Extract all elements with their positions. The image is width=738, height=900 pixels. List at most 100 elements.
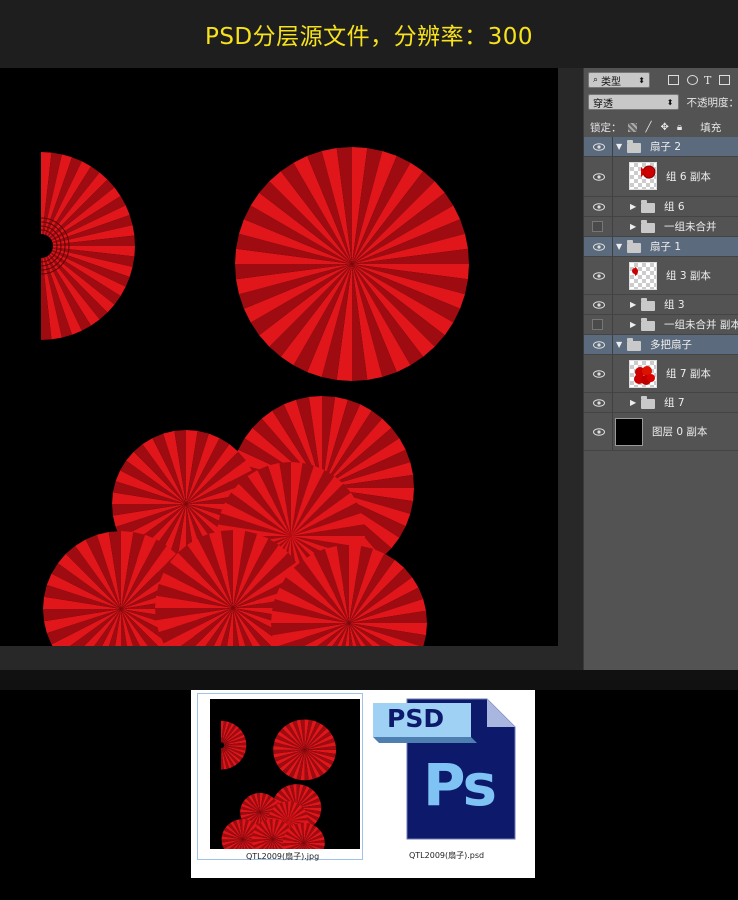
type-filter-icon[interactable]: T [704, 74, 711, 87]
thumb-fan [221, 720, 247, 770]
visibility-off-checkbox[interactable] [592, 221, 603, 232]
divider [612, 315, 613, 334]
brush-icon[interactable]: ╱ [646, 122, 652, 133]
folder-icon [641, 200, 655, 213]
layer-row[interactable]: 组 3 副本 [584, 257, 738, 295]
layer-group-fan1[interactable]: ▼ 扇子 1 [584, 237, 738, 257]
expand-triangle-icon[interactable]: ▶ [630, 398, 636, 407]
visibility-eye-icon[interactable] [590, 201, 608, 213]
chevron-down-icon: ⬍ [638, 75, 645, 85]
layer-thumbnail [629, 262, 657, 290]
expand-triangle-icon[interactable]: ▶ [630, 222, 636, 231]
layer-row[interactable]: 组 7 副本 [584, 355, 738, 393]
fill-label: 填充 [700, 122, 722, 134]
layer-row[interactable]: 组 6 副本 [584, 157, 738, 197]
layer-name: 扇子 2 [650, 141, 682, 153]
divider [612, 137, 613, 156]
layer-name: 组 7 副本 [666, 368, 711, 380]
layer-row[interactable]: ▶ 一组未合并 [584, 217, 738, 237]
jpg-thumbnail [210, 699, 360, 864]
visibility-eye-icon[interactable] [590, 241, 608, 253]
expand-triangle-icon[interactable]: ▼ [616, 242, 622, 251]
file-item-jpg[interactable]: QTL2009(扇子).jpg [197, 693, 363, 864]
visibility-eye-icon[interactable] [590, 339, 608, 351]
move-icon[interactable]: ✥ [661, 122, 669, 133]
photoshop-workspace: ⌕ 类型 ⬍ T 穿透 ⬍ 不透明度： 锁定： ╱ ✥ 🔒︎ 填充 ▼ 扇子 2… [0, 68, 738, 670]
folder-icon [627, 338, 641, 351]
layer-row[interactable]: ▶ 组 7 [584, 393, 738, 413]
document-canvas[interactable] [0, 68, 558, 646]
divider [612, 393, 613, 412]
layer-row[interactable]: ▶ 一组未合并 副本 [584, 315, 738, 335]
layer-group-fan2[interactable]: ▼ 扇子 2 [584, 137, 738, 157]
thumb-fan [273, 719, 337, 781]
blend-row: 穿透 ⬍ 不透明度： [584, 90, 738, 114]
layer-row[interactable]: ▶ 组 3 [584, 295, 738, 315]
visibility-eye-icon[interactable] [590, 426, 608, 438]
fan-artwork [40, 147, 469, 646]
canvas-fan [235, 147, 469, 381]
lock-pixels-icon[interactable] [627, 123, 637, 132]
divider [612, 335, 613, 354]
blend-mode-select[interactable]: 穿透 ⬍ [588, 94, 679, 110]
visibility-eye-icon[interactable] [590, 141, 608, 153]
filter-kind-select[interactable]: ⌕ 类型 ⬍ [588, 72, 650, 88]
visibility-eye-icon[interactable] [590, 299, 608, 311]
file-preview-area: QTL2009(扇子).jpg PSD Ps QTL2009(扇子).psd [0, 690, 738, 900]
layer-thumbnail [629, 162, 657, 190]
layer-row[interactable]: ▶ 组 6 [584, 197, 738, 217]
divider [612, 197, 613, 216]
layer-filter-row: ⌕ 类型 ⬍ T [584, 68, 738, 92]
layer-thumbnail [615, 418, 643, 446]
layer-name: 组 6 [664, 201, 685, 213]
layer-name: 组 3 [664, 299, 685, 311]
image-filter-icon[interactable] [668, 75, 679, 85]
visibility-off-checkbox[interactable] [592, 319, 603, 330]
canvas-fan [40, 152, 135, 340]
expand-triangle-icon[interactable]: ▼ [616, 142, 622, 151]
layer-row[interactable]: 图层 0 副本 [584, 413, 738, 451]
folder-icon [627, 240, 641, 253]
folder-icon [641, 220, 655, 233]
file-item-psd[interactable]: PSD Ps QTL2009(扇子).psd [369, 693, 529, 860]
banner-title: PSD分层源文件，分辨率：300 [204, 24, 534, 50]
layer-name: 图层 0 副本 [652, 426, 708, 438]
divider [612, 237, 613, 256]
search-icon: ⌕ [593, 75, 599, 85]
visibility-eye-icon[interactable] [590, 368, 608, 380]
visibility-eye-icon[interactable] [590, 270, 608, 282]
shape-filter-icon[interactable] [719, 75, 731, 85]
layer-name: 组 3 副本 [666, 270, 711, 282]
file-explorer: QTL2009(扇子).jpg PSD Ps QTL2009(扇子).psd [191, 690, 535, 878]
jpg-thumbnail-art [221, 719, 337, 864]
divider-band [0, 670, 738, 690]
divider [612, 217, 613, 236]
divider [612, 157, 613, 196]
file-name: QTL2009(扇子).jpg [246, 852, 320, 861]
layer-name: 扇子 1 [650, 241, 682, 253]
banner: PSD分层源文件，分辨率：300 [0, 0, 738, 68]
psd-badge-label: PSD [387, 704, 445, 733]
layers-panel: ⌕ 类型 ⬍ T 穿透 ⬍ 不透明度： 锁定： ╱ ✥ 🔒︎ 填充 ▼ 扇子 2… [583, 68, 738, 670]
expand-triangle-icon[interactable]: ▶ [630, 202, 636, 211]
layer-thumbnail [629, 360, 657, 388]
divider [612, 413, 613, 450]
folder-icon [627, 140, 641, 153]
expand-triangle-icon[interactable]: ▼ [616, 340, 622, 349]
file-name: QTL2009(扇子).psd [409, 851, 485, 860]
layer-name: 多把扇子 [650, 339, 692, 351]
divider [612, 355, 613, 392]
layer-name: 组 7 [664, 397, 685, 409]
folder-icon [641, 298, 655, 311]
expand-triangle-icon[interactable]: ▶ [630, 300, 636, 309]
lock-label: 锁定： [590, 122, 622, 134]
visibility-eye-icon[interactable] [590, 171, 608, 183]
divider [612, 295, 613, 314]
blend-mode-value: 穿透 [593, 98, 613, 110]
lock-icon[interactable]: 🔒︎ [677, 122, 682, 133]
layer-group-many-fans[interactable]: ▼ 多把扇子 [584, 335, 738, 355]
adjustment-filter-icon[interactable] [687, 75, 698, 85]
expand-triangle-icon[interactable]: ▶ [630, 320, 636, 329]
visibility-eye-icon[interactable] [590, 397, 608, 409]
divider [612, 257, 613, 294]
